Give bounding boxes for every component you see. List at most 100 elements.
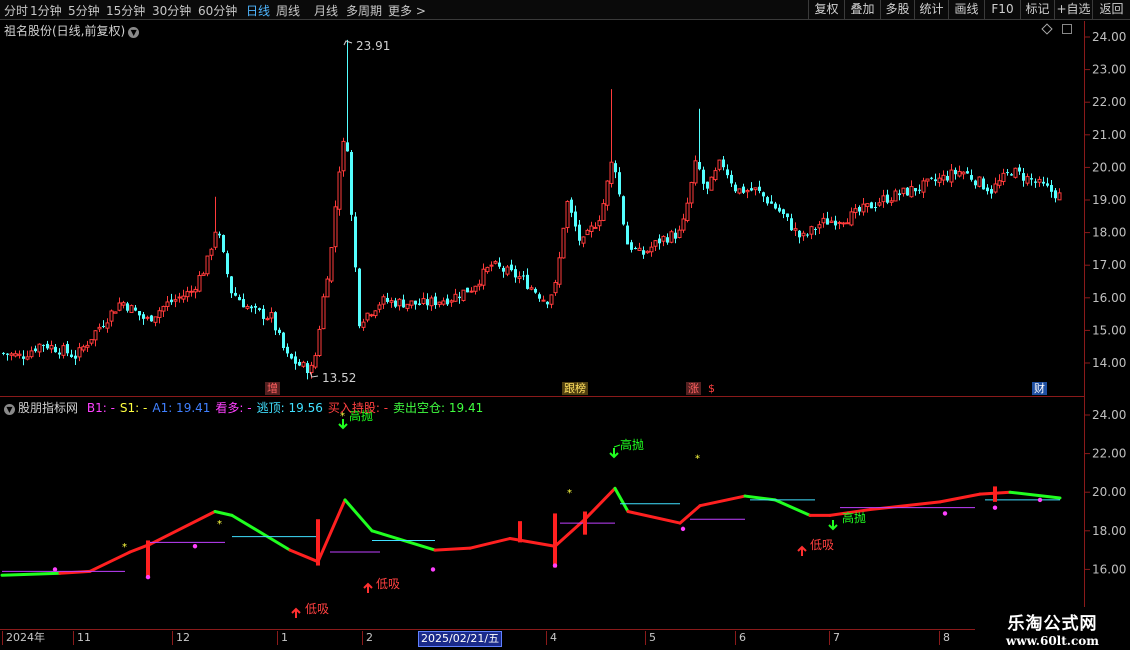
candle-body: [414, 300, 417, 305]
candle-body: [489, 264, 494, 267]
toolbar-button-8[interactable]: 返回: [1092, 0, 1130, 20]
event-tag-4[interactable]: 财: [1032, 382, 1047, 395]
candle-body: [437, 301, 442, 305]
window-toggle-icon[interactable]: [1062, 24, 1072, 34]
toolbar-button-5[interactable]: F10: [984, 0, 1020, 20]
price-tick-label: 14.00: [1092, 356, 1126, 370]
candle-body: [702, 169, 705, 184]
candle-body: [553, 282, 558, 294]
candle-body: [742, 186, 745, 193]
period-tab-5[interactable]: 60分钟: [198, 2, 237, 19]
candle-body: [806, 234, 809, 236]
candle-body: [242, 299, 245, 308]
signal-bar: [993, 486, 997, 502]
signal-dot: [942, 511, 948, 516]
indicator-segment: [698, 494, 747, 508]
candle-body: [421, 298, 426, 305]
candle-body: [485, 266, 490, 273]
toolbar-button-4[interactable]: 画线: [948, 0, 984, 20]
candle-body: [717, 159, 722, 170]
period-tab-3[interactable]: 15分钟: [106, 2, 145, 19]
candle-body: [877, 202, 882, 206]
candle-body: [317, 328, 322, 356]
period-tab-8[interactable]: 月线: [314, 2, 338, 19]
period-tab-9[interactable]: 多周期: [346, 2, 382, 19]
candle-body: [409, 300, 414, 306]
candle-body: [129, 305, 134, 314]
legend-item-2: A1: 19.41: [152, 401, 211, 415]
period-tab-1[interactable]: 1分钟: [30, 2, 62, 19]
candle-body: [429, 297, 434, 307]
candle-body: [161, 305, 166, 312]
candle-body: [294, 356, 297, 364]
star-dot: *: [695, 453, 700, 464]
candle-body: [461, 289, 466, 301]
indicator-segment: [743, 494, 777, 502]
event-tag-1[interactable]: 跟榜: [562, 382, 588, 395]
candle-body: [898, 193, 901, 196]
indicator-segment: [88, 550, 132, 573]
toolbar-button-1[interactable]: 叠加: [844, 0, 880, 20]
period-tab-6[interactable]: 日线: [246, 2, 270, 19]
indicator-segment: [678, 504, 702, 525]
candle-body: [446, 298, 449, 305]
event-tag-2[interactable]: 涨: [686, 382, 701, 395]
price-tick-label: 18.00: [1092, 226, 1126, 240]
toolbar-button-0[interactable]: 复权: [808, 0, 844, 20]
period-tab-10[interactable]: 更多 >: [388, 2, 426, 19]
period-tab-0[interactable]: 分时: [4, 2, 28, 19]
toolbar-button-2[interactable]: 多股: [880, 0, 914, 20]
candle-body: [234, 292, 237, 296]
candle-body: [817, 224, 822, 229]
candle-body: [681, 218, 686, 231]
candle-body: [402, 299, 405, 308]
diamond-icon[interactable]: [1041, 23, 1053, 35]
low-buy-label: 低吸: [305, 602, 329, 616]
indicator-segment: [343, 498, 374, 533]
candle-body: [386, 297, 389, 302]
candle-body: [189, 290, 194, 293]
candle-body: [829, 220, 834, 223]
candle-body: [1046, 183, 1049, 186]
candle-body: [109, 310, 114, 322]
period-tab-7[interactable]: 周线: [276, 2, 300, 19]
candle-body: [1034, 181, 1037, 183]
candle-body: [290, 353, 293, 359]
stock-chart[interactable]: 24.00 23.00 22.00 21.00 20.00 19.00 18.00 17.00…: [0, 0, 1130, 650]
star-dot: *: [567, 488, 572, 499]
candle-body: [105, 322, 110, 329]
candle-body: [861, 203, 866, 213]
event-tag-0[interactable]: 增: [265, 382, 280, 395]
main-chart-title[interactable]: 祖名股份(日线,前复权) ▼: [4, 22, 140, 39]
candle-body: [510, 264, 513, 271]
toolbar-button-6[interactable]: 标记: [1020, 0, 1054, 20]
period-tab-2[interactable]: 5分钟: [68, 2, 100, 19]
chevron-down-icon[interactable]: ▼: [128, 27, 140, 38]
candle-body: [930, 177, 933, 179]
toolbar-button-3[interactable]: 统计: [914, 0, 948, 20]
candle-body: [841, 222, 846, 225]
candle-body: [458, 296, 461, 299]
chevron-down-icon[interactable]: ▼: [4, 404, 15, 415]
candle-body: [153, 316, 158, 323]
candle-body: [522, 275, 525, 277]
candle-body: [1037, 178, 1042, 183]
candle-body: [1013, 167, 1018, 178]
legend-item-6: 卖出空仓: 19.41: [393, 401, 484, 415]
event-tag-3[interactable]: $: [706, 382, 717, 395]
candle-body: [637, 247, 642, 251]
candle-body: [418, 303, 421, 305]
candle-body: [766, 197, 769, 204]
candle-body: [17, 353, 22, 356]
indicator-name[interactable]: 股朋指标网: [18, 401, 78, 415]
legend-item-0: B1: -: [86, 401, 115, 415]
toolbar-button-7[interactable]: +自选: [1054, 0, 1092, 20]
candle-body: [881, 195, 886, 203]
candle-body: [449, 300, 454, 303]
period-tab-4[interactable]: 30分钟: [152, 2, 191, 19]
star-dot: *: [122, 542, 127, 553]
candle-body: [205, 255, 210, 275]
candle-body: [42, 344, 45, 346]
candle-body: [54, 346, 57, 353]
candle-body: [961, 171, 966, 175]
